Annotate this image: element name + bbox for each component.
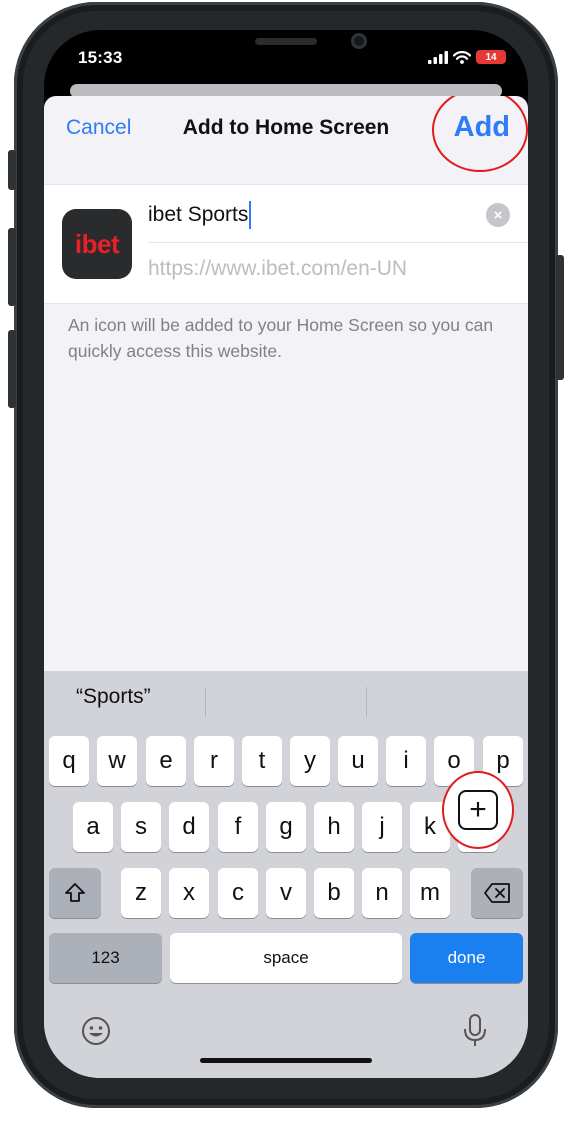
front-camera <box>351 33 367 49</box>
nav-bar: Cancel Add to Home Screen Add <box>44 96 528 184</box>
microphone-icon[interactable] <box>462 1013 488 1049</box>
key-g[interactable]: g <box>266 802 306 852</box>
plus-icon: + <box>458 790 498 830</box>
phone-screen: 15:33 14 Cancel Add to Home Screen Add i… <box>44 30 528 1078</box>
name-input[interactable]: ibet Sports <box>148 195 514 235</box>
key-e[interactable]: e <box>146 736 186 786</box>
backspace-icon <box>484 883 510 903</box>
key-s[interactable]: s <box>121 802 161 852</box>
home-indicator[interactable] <box>200 1058 372 1063</box>
key-m[interactable]: m <box>410 868 450 918</box>
key-r[interactable]: r <box>194 736 234 786</box>
app-icon: ibet <box>62 209 132 279</box>
emoji-icon[interactable] <box>80 1015 112 1047</box>
close-icon: × <box>493 206 503 224</box>
key-a[interactable]: a <box>73 802 113 852</box>
key-q[interactable]: q <box>49 736 89 786</box>
add-button[interactable]: Add <box>454 111 510 144</box>
suggestion-divider <box>366 687 367 717</box>
suggestion-bar: “Sports” <box>44 671 528 729</box>
text-caret <box>249 201 252 229</box>
speaker <box>255 38 317 45</box>
key-y[interactable]: y <box>290 736 330 786</box>
key-i[interactable]: i <box>386 736 426 786</box>
app-logo-text: ibet <box>74 228 120 259</box>
status-icons: 14 <box>428 50 506 64</box>
wifi-icon <box>453 50 471 64</box>
name-input-value: ibet Sports <box>148 203 249 226</box>
power-button <box>556 255 564 380</box>
silent-switch <box>8 150 16 190</box>
key-v[interactable]: v <box>266 868 306 918</box>
key-u[interactable]: u <box>338 736 378 786</box>
shift-key[interactable] <box>49 868 101 918</box>
field-divider <box>148 242 528 243</box>
key-z[interactable]: z <box>121 868 161 918</box>
key-n[interactable]: n <box>362 868 402 918</box>
keyboard: “Sports” q w e r t y u i o p a s d f g h… <box>44 671 528 1078</box>
bookmark-card: ibet ibet Sports × https://www.ibet.com/… <box>44 184 528 304</box>
notch <box>163 30 411 66</box>
done-key[interactable]: done <box>410 933 523 983</box>
key-x[interactable]: x <box>169 868 209 918</box>
volume-up-button <box>8 228 16 306</box>
key-d[interactable]: d <box>169 802 209 852</box>
backspace-key[interactable] <box>471 868 523 918</box>
suggestion-divider <box>205 687 206 717</box>
key-j[interactable]: j <box>362 802 402 852</box>
key-b[interactable]: b <box>314 868 354 918</box>
space-key[interactable]: space <box>170 933 402 983</box>
clear-text-button[interactable]: × <box>486 203 510 227</box>
status-time: 15:33 <box>78 48 123 67</box>
key-t[interactable]: t <box>242 736 282 786</box>
key-w[interactable]: w <box>97 736 137 786</box>
numbers-key[interactable]: 123 <box>49 933 162 983</box>
signal-icon <box>428 50 448 64</box>
hint-text: An icon will be added to your Home Scree… <box>68 315 494 361</box>
url-label: https://www.ibet.com/en-UN <box>148 257 408 280</box>
suggestion-1[interactable]: “Sports” <box>76 685 151 709</box>
battery-icon: 14 <box>476 50 506 64</box>
key-c[interactable]: c <box>218 868 258 918</box>
volume-down-button <box>8 330 16 408</box>
key-f[interactable]: f <box>218 802 258 852</box>
shift-icon <box>65 883 85 902</box>
plus-highlight-circle: + <box>442 771 514 849</box>
key-h[interactable]: h <box>314 802 354 852</box>
